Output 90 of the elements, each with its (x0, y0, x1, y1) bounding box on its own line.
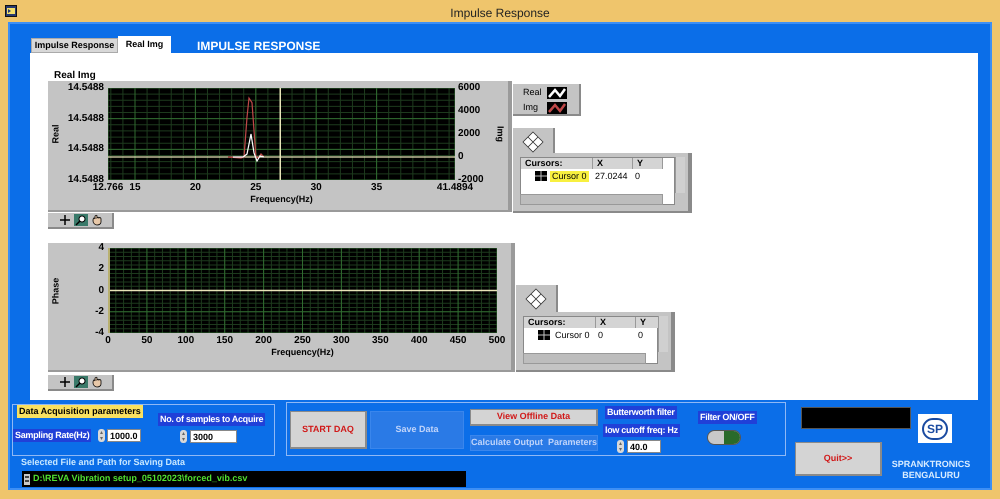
browse-icon[interactable] (24, 474, 30, 484)
tick-label: 150 (216, 336, 234, 346)
action-button[interactable]: View Offline Data (470, 409, 598, 426)
numeric-field[interactable]: 3000 (190, 430, 237, 443)
axis-label: Frequency(Hz) (271, 348, 334, 357)
tick-label: 35 (371, 183, 382, 193)
axis-label: Frequency(Hz) (250, 195, 313, 204)
table-cell: 0 (598, 330, 604, 341)
tab[interactable]: Impulse Response (31, 38, 118, 53)
filter-toggle[interactable] (707, 430, 741, 445)
table-cell: 27.0244 (595, 171, 628, 182)
table-cell: 0 (635, 171, 640, 182)
cursor-move-button[interactable] (513, 128, 555, 155)
column-header: Y (633, 158, 663, 169)
tick-label: 2 (97, 264, 104, 274)
axis-label: Real (52, 124, 60, 144)
horizontal-scrollbar[interactable] (520, 194, 663, 205)
tick-label: 4000 (458, 106, 480, 116)
tick-label: 100 (177, 336, 194, 346)
path-label: Selected File and Path for Saving Data (21, 456, 186, 469)
path-value: D:\REVA Vibration setup_05102023\forced_vib.csv (33, 472, 248, 486)
logo-text: SP (922, 418, 948, 440)
tick-label: 15 (129, 183, 141, 193)
action-button[interactable]: START DAQ (290, 411, 367, 449)
tick-label: -2 (94, 306, 104, 317)
vertical-scrollbar[interactable] (675, 157, 685, 193)
spinner-arrows-icon[interactable] (180, 430, 187, 443)
crosshair-icon[interactable] (58, 214, 72, 226)
table-cell: 0 (638, 330, 644, 341)
numeric-field[interactable]: 1000.0 (107, 429, 141, 442)
tick-label: 41.4894 (436, 183, 474, 193)
tick-label: 500 (488, 336, 506, 346)
cursor-style-icon (535, 171, 547, 181)
tick-label: 200 (255, 336, 272, 346)
hand-icon[interactable] (90, 376, 104, 388)
control-label: No. of samples to Acquire (158, 413, 266, 426)
tab[interactable]: Real Img (118, 36, 171, 53)
crosshair-icon[interactable] (58, 376, 72, 388)
company-name: SPRANKTRONICS (890, 458, 972, 471)
panel-heading: IMPULSE RESPONSE (197, 38, 320, 55)
vertical-scrollbar[interactable] (658, 316, 668, 352)
control-label: Filter ON/OFF (698, 411, 757, 424)
control-label: low cutoff freq: Hz (603, 424, 680, 437)
tick-label: 14.5488 (66, 83, 104, 93)
app-icon (5, 5, 17, 17)
cursor-name[interactable]: Cursor 0 (553, 330, 592, 341)
tick-label: 400 (410, 336, 428, 346)
tick-label: 14.5488 (66, 144, 104, 154)
tick-label: 0 (458, 152, 464, 162)
tick-label: 350 (372, 336, 389, 346)
tick-label: 450 (450, 336, 466, 346)
cursor-style-icon (538, 330, 550, 340)
tick-label: 25 (250, 183, 262, 193)
numeric-field[interactable]: 40.0 (627, 440, 661, 453)
quit-button[interactable]: Quit>> (795, 442, 882, 476)
tick-label: 2000 (458, 129, 480, 139)
legend-label: Real (523, 86, 541, 100)
tick-label: 300 (333, 336, 350, 346)
tick-label: 20 (190, 183, 201, 193)
hand-icon[interactable] (90, 214, 104, 226)
cursor-move-button[interactable] (516, 285, 558, 312)
graph-label: Real Img (54, 69, 96, 83)
tick-label: 4 (97, 243, 104, 253)
column-header: X (596, 317, 636, 328)
spinner-arrows-icon[interactable] (617, 440, 624, 453)
horizontal-scrollbar[interactable] (523, 353, 646, 364)
spinner-arrows-icon[interactable] (98, 429, 105, 442)
tick-label: 14.5488 (66, 114, 104, 124)
window-title: Impulse Response (449, 5, 551, 22)
column-header: Cursors: (524, 317, 596, 328)
control-label: Butterworth filter (605, 406, 677, 419)
path-field[interactable]: D:\REVA Vibration setup_05102023\forced_vib.csv (22, 471, 466, 487)
section-label: Data Acquisition parameters (17, 405, 143, 418)
zoom-icon[interactable] (74, 376, 88, 388)
column-header: X (593, 158, 633, 169)
tick-label: 30 (310, 183, 322, 193)
axis-label: Phase (52, 277, 60, 304)
tick-label: 0 (105, 336, 111, 346)
cursor-name[interactable]: Cursor 0 (550, 171, 589, 182)
company-name: BENGALURU (901, 469, 961, 482)
tick-label: 250 (294, 336, 311, 346)
tick-label: 50 (141, 336, 152, 346)
legend-label: Img (523, 101, 540, 114)
tick-label: 12.766 (92, 183, 124, 193)
column-header: Cursors: (521, 158, 593, 169)
control-label: Sampling Rate(Hz) (13, 429, 92, 442)
zoom-icon[interactable] (74, 214, 88, 226)
axis-label: Img (496, 126, 504, 142)
tick-label: 6000 (458, 83, 480, 93)
tick-label: -4 (94, 328, 104, 338)
